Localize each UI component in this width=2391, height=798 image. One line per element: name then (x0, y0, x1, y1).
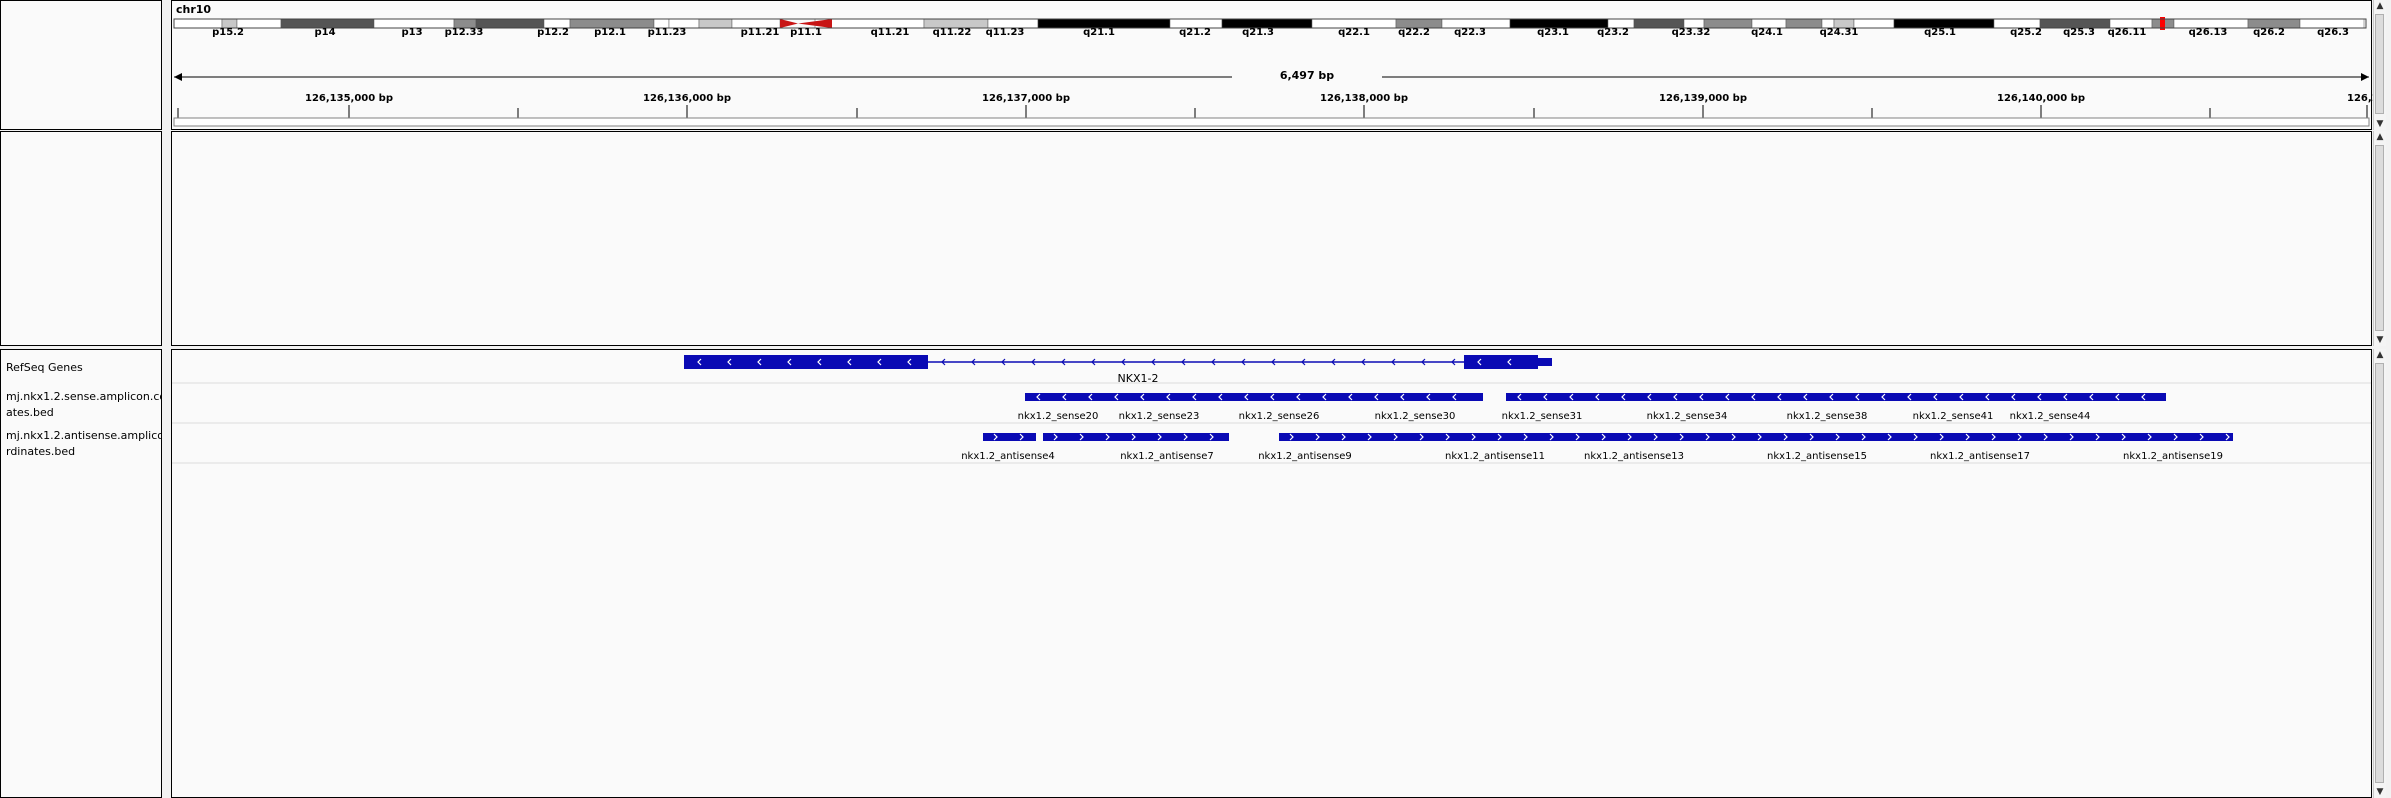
utr (1538, 358, 1552, 366)
sense-feature-label: nkx1.2_sense30 (1374, 411, 1456, 422)
scroll-down-icon[interactable]: ▼ (2374, 786, 2386, 798)
antisense-feature-label: nkx1.2_antisense15 (1767, 451, 1867, 462)
antisense-feature-label: nkx1.2_antisense13 (1584, 451, 1684, 462)
data-scrollbar[interactable]: ▲ ▼ (2373, 131, 2386, 346)
antisense-feature-label: nkx1.2_antisense7 (1120, 451, 1214, 462)
track-name-refseq[interactable]: RefSeq Genes (6, 361, 83, 374)
cytoband-label: q21.1 (1083, 27, 1115, 38)
track-name-antisense-line1[interactable]: mj.nkx1.2.antisense.amplicon.c (6, 429, 161, 442)
scroll-down-icon[interactable]: ▼ (2374, 334, 2386, 346)
bed-feature (1279, 433, 2233, 441)
cytoband-label: q11.23 (985, 27, 1025, 38)
cytoband-label: p11.23 (647, 27, 687, 38)
sense-feature-label: nkx1.2_sense44 (2009, 411, 2091, 422)
cytoband-label: q25.1 (1924, 27, 1956, 38)
ruler-tick-label: 126,1 (2347, 93, 2375, 104)
antisense-feature-label: nkx1.2_antisense19 (2123, 451, 2223, 462)
header-panel: chr10 6,497 bp p15.2 p14 p13 p12.33 p12.2 p12… (171, 0, 2375, 130)
feature-scrollbar[interactable]: ▲ ▼ (2373, 349, 2386, 798)
ruler-arrow-right (2361, 73, 2369, 81)
scroll-thumb[interactable] (2375, 363, 2384, 783)
antisense-feature-label: nkx1.2_antisense9 (1258, 451, 1352, 462)
sense-feature-label: nkx1.2_sense31 (1501, 411, 1583, 422)
bed-feature (983, 433, 1036, 441)
scroll-up-icon[interactable]: ▲ (2374, 349, 2386, 361)
scroll-up-icon[interactable]: ▲ (2374, 0, 2386, 12)
cytoband-label: q21.3 (1242, 27, 1274, 38)
exon (1464, 355, 1538, 369)
sense-feature-label: nkx1.2_sense26 (1238, 411, 1320, 422)
cytoband-label: q26.3 (2317, 27, 2349, 38)
ruler-baseline (173, 117, 2370, 127)
refseq-gene-track (684, 355, 1552, 369)
ruler-tick-label: 126,138,000 bp (1319, 93, 1409, 104)
cytoband-label: q26.11 (2107, 27, 2147, 38)
header-name-panel (0, 0, 162, 130)
scroll-up-icon[interactable]: ▲ (2374, 131, 2386, 143)
ruler-tick-label: 126,137,000 bp (981, 93, 1071, 104)
sense-feature-label: nkx1.2_sense23 (1118, 411, 1200, 422)
ideogram[interactable] (172, 1, 2371, 129)
header-scrollbar[interactable]: ▲ ▼ (2373, 0, 2386, 130)
exon (684, 355, 928, 369)
sense-feature-label: nkx1.2_sense34 (1646, 411, 1728, 422)
feature-panel: NKX1-2 nkx1.2_sense20 nkx1.2_sense23 nkx1.… (171, 349, 2372, 798)
antisense-feature-label: nkx1.2_antisense17 (1930, 451, 2030, 462)
cytoband-label: p11.1 (790, 27, 822, 38)
feature-name-panel: RefSeq Genes mj.nkx1.2.sense.amplicon.co… (0, 349, 162, 798)
cytoband-label: q23.32 (1671, 27, 1711, 38)
cytoband-label: q23.2 (1597, 27, 1629, 38)
sense-feature-label: nkx1.2_sense38 (1786, 411, 1868, 422)
cytoband-label: p14 (314, 27, 336, 38)
data-panel (171, 131, 2372, 346)
cytoband-label: q24.31 (1819, 27, 1859, 38)
ruler-arrow-left (174, 73, 182, 81)
cytoband-label: q24.1 (1751, 27, 1783, 38)
gene-label: NKX1-2 (1117, 372, 1159, 385)
scroll-thumb[interactable] (2375, 145, 2384, 331)
antisense-feature-label: nkx1.2_antisense11 (1445, 451, 1545, 462)
cytoband-label: p12.33 (444, 27, 484, 38)
ruler-tick-label: 126,135,000 bp (304, 93, 394, 104)
antisense-track (983, 433, 2233, 441)
cytoband-label: p15.2 (212, 27, 244, 38)
bed-feature (1025, 393, 1483, 401)
antisense-feature-label: nkx1.2_antisense4 (961, 451, 1055, 462)
scroll-down-icon[interactable]: ▼ (2374, 118, 2386, 130)
track-name-antisense-line2[interactable]: rdinates.bed (6, 445, 75, 458)
ruler-tick-label: 126,136,000 bp (642, 93, 732, 104)
data-name-panel (0, 131, 162, 346)
scroll-thumb[interactable] (2375, 14, 2384, 114)
ruler-tick-label: 126,140,000 bp (1996, 93, 2086, 104)
track-name-sense-line1[interactable]: mj.nkx1.2.sense.amplicon.coord (6, 390, 161, 403)
ruler-span-label: 6,497 bp (1232, 69, 1382, 82)
cytoband-label: q22.3 (1454, 27, 1486, 38)
ruler-tick-label: 126,139,000 bp (1658, 93, 1748, 104)
bed-feature (1043, 433, 1229, 441)
sense-track (1025, 393, 2166, 401)
track-name-sense-line2[interactable]: ates.bed (6, 406, 54, 419)
